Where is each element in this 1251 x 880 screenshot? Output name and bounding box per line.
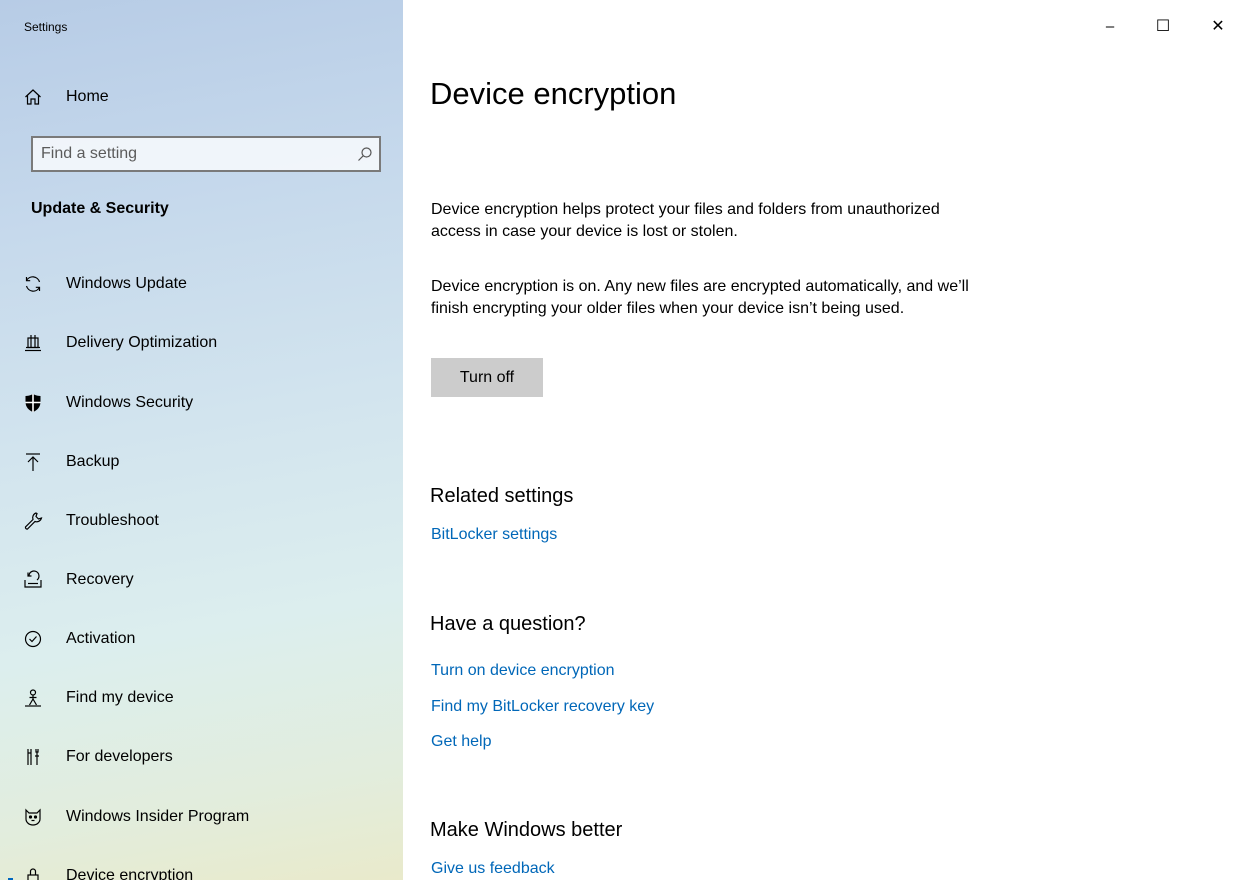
developer-tools-icon (22, 746, 44, 768)
insider-cat-icon (22, 806, 44, 828)
minimize-button[interactable]: – (1087, 8, 1133, 44)
maximize-icon: ☐ (1155, 18, 1171, 35)
upload-arrow-icon (22, 451, 44, 473)
sidebar-item-activation[interactable]: Activation (0, 619, 403, 659)
refresh-icon (22, 273, 44, 295)
lock-icon (22, 865, 44, 880)
maximize-button[interactable]: ☐ (1140, 8, 1186, 44)
close-icon: ✕ (1211, 18, 1225, 35)
wrench-icon (22, 510, 44, 532)
sidebar-item-label: For developers (66, 748, 173, 765)
sidebar-item-label: Delivery Optimization (66, 334, 218, 351)
sidebar-item-label: Troubleshoot (66, 512, 159, 529)
sidebar-item-delivery-optimization[interactable]: Delivery Optimization (0, 323, 403, 363)
sidebar-home[interactable]: Home (22, 84, 109, 110)
sidebar-item-troubleshoot[interactable]: Troubleshoot (0, 501, 403, 541)
sidebar-item-recovery[interactable]: Recovery (0, 560, 403, 600)
shield-icon (22, 392, 44, 414)
sidebar-item-backup[interactable]: Backup (0, 442, 403, 482)
person-pin-icon (22, 687, 44, 709)
status-text: Device encryption is on. Any new files a… (431, 278, 969, 317)
sidebar-item-label: Device encryption (66, 867, 194, 880)
close-button[interactable]: ✕ (1195, 8, 1241, 44)
sidebar: Settings Home Update & Security Windows … (0, 0, 403, 880)
give-us-feedback-link[interactable]: Give us feedback (431, 860, 555, 878)
sidebar-home-label: Home (66, 88, 109, 105)
sidebar-item-device-encryption[interactable]: Device encryption (0, 856, 403, 880)
sidebar-item-label: Recovery (66, 571, 134, 588)
turn-off-button[interactable]: Turn off (431, 358, 543, 397)
sidebar-item-label: Windows Insider Program (66, 808, 250, 825)
app-title: Settings (24, 20, 68, 34)
sidebar-item-label: Windows Update (66, 275, 187, 292)
search-icon[interactable] (351, 146, 379, 162)
sidebar-item-label: Activation (66, 630, 136, 647)
bitlocker-settings-link[interactable]: BitLocker settings (431, 526, 557, 544)
description-text: Device encryption helps protect your fil… (431, 201, 940, 240)
sidebar-item-windows-update[interactable]: Windows Update (0, 264, 403, 304)
main-content: – ☐ ✕ Device encryption Device encryptio… (403, 0, 1251, 880)
sidebar-item-label: Windows Security (66, 394, 194, 411)
delivery-optimization-icon (22, 332, 44, 354)
search-box[interactable] (31, 136, 381, 172)
sidebar-item-windows-insider-program[interactable]: Windows Insider Program (0, 797, 403, 837)
have-a-question-heading: Have a question? (430, 613, 586, 635)
sidebar-item-for-developers[interactable]: For developers (0, 737, 403, 777)
home-icon (22, 86, 44, 108)
page-title: Device encryption (430, 76, 677, 111)
section-heading: Update & Security (31, 200, 169, 217)
get-help-link[interactable]: Get help (431, 733, 491, 751)
find-bitlocker-recovery-key-link[interactable]: Find my BitLocker recovery key (431, 698, 654, 716)
sidebar-item-label: Find my device (66, 689, 174, 706)
search-input[interactable] (33, 138, 351, 170)
make-windows-better-heading: Make Windows better (430, 819, 623, 841)
sidebar-item-windows-security[interactable]: Windows Security (0, 383, 403, 423)
sidebar-item-find-my-device[interactable]: Find my device (0, 678, 403, 718)
sidebar-item-label: Backup (66, 453, 120, 470)
check-circle-icon (22, 628, 44, 650)
turn-on-device-encryption-link[interactable]: Turn on device encryption (431, 662, 615, 680)
related-settings-heading: Related settings (430, 485, 574, 507)
recovery-icon (22, 569, 44, 591)
minimize-icon: – (1105, 17, 1115, 35)
